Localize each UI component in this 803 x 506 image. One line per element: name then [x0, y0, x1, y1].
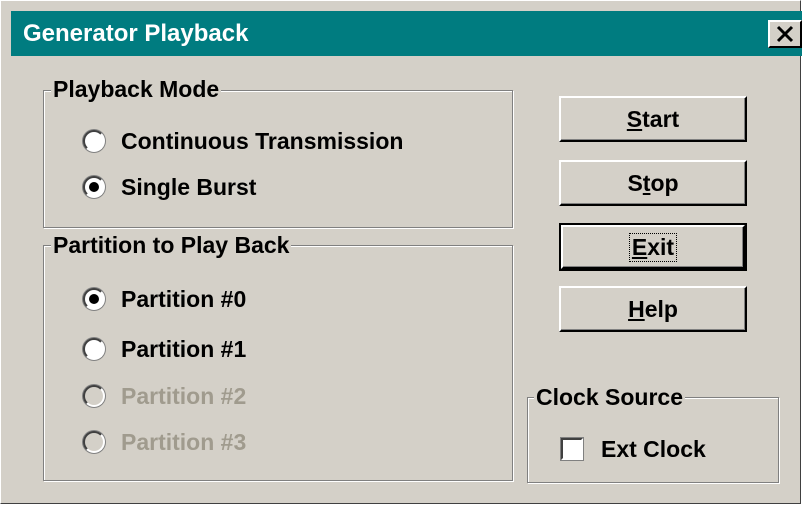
start-post: tart [642, 105, 680, 132]
help-mnemonic: H [628, 295, 645, 322]
start-button-label: Start [627, 106, 679, 133]
radio-partition-2: Partition #2 [83, 381, 246, 411]
stop-button-label: Stop [627, 170, 678, 197]
radio-label: Continuous Transmission [121, 128, 404, 154]
window-title: Generator Playback [23, 20, 249, 47]
ext-clock-checkbox[interactable] [561, 438, 583, 460]
radio-button [83, 431, 105, 453]
exit-post: xit [647, 233, 675, 260]
title-bar[interactable]: Generator Playback [11, 11, 802, 56]
radio-label: Partition #2 [121, 383, 247, 409]
close-button[interactable] [768, 20, 802, 48]
exit-button[interactable]: Exit [559, 223, 747, 271]
help-button-label: Help [628, 296, 678, 323]
exit-mnemonic: E [631, 233, 648, 260]
help-button[interactable]: Help [559, 286, 747, 332]
stop-button[interactable]: Stop [559, 160, 747, 206]
radio-partition-3: Partition #3 [83, 427, 246, 457]
exit-button-label: Exit [628, 232, 678, 262]
radio-button [83, 385, 105, 407]
radio-button[interactable] [83, 288, 105, 310]
partition-label: Partition to Play Back [51, 232, 292, 258]
stop-pre: S [627, 169, 643, 196]
help-post: elp [644, 295, 678, 322]
radio-label: Partition #1 [121, 336, 247, 362]
playback-mode-label: Playback Mode [51, 76, 222, 102]
close-icon [776, 25, 794, 43]
ext-clock-checkbox-row[interactable]: Ext Clock [561, 436, 706, 462]
radio-button[interactable] [83, 176, 105, 198]
start-button[interactable]: Start [559, 96, 747, 142]
playback-mode-group [43, 90, 513, 228]
radio-label: Single Burst [121, 174, 257, 200]
radio-partition-1[interactable]: Partition #1 [83, 334, 246, 364]
radio-label: Partition #0 [121, 286, 247, 312]
radio-single-burst[interactable]: Single Burst [83, 172, 256, 202]
start-mnemonic: S [626, 105, 643, 132]
ext-clock-label: Ext Clock [601, 436, 706, 462]
stop-post: op [650, 169, 679, 196]
radio-partition-0[interactable]: Partition #0 [83, 284, 246, 314]
radio-button[interactable] [83, 130, 105, 152]
radio-label: Partition #3 [121, 429, 247, 455]
dialog-window: Generator Playback Playback Mode Continu… [0, 0, 802, 504]
radio-button[interactable] [83, 338, 105, 360]
clock-source-label: Clock Source [534, 384, 685, 410]
radio-continuous-transmission[interactable]: Continuous Transmission [83, 126, 403, 156]
